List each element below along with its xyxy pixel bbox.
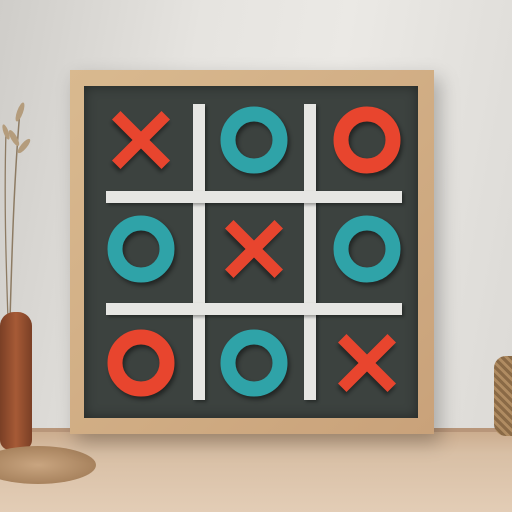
grid-line-horizontal-1 bbox=[106, 191, 402, 203]
dried-grass-stems bbox=[2, 102, 31, 320]
x-mark-icon bbox=[225, 220, 283, 278]
cell-r1-c3 bbox=[329, 102, 405, 178]
x-mark-icon bbox=[338, 334, 396, 392]
cell-r2-c1 bbox=[103, 211, 179, 287]
o-mark-icon bbox=[107, 329, 175, 397]
woven-basket bbox=[494, 356, 512, 436]
terracotta-vase bbox=[0, 312, 32, 450]
cell-r1-c2 bbox=[216, 102, 292, 178]
o-mark-icon bbox=[220, 329, 288, 397]
o-mark-icon bbox=[333, 106, 401, 174]
cell-r3-c2 bbox=[216, 325, 292, 401]
x-mark-icon bbox=[112, 111, 170, 169]
o-mark-icon bbox=[333, 215, 401, 283]
cell-r2-c2 bbox=[216, 211, 292, 287]
grid-line-horizontal-2 bbox=[106, 303, 402, 315]
cell-r2-c3 bbox=[329, 211, 405, 287]
o-mark-icon bbox=[107, 215, 175, 283]
grid-line-vertical-2 bbox=[304, 104, 316, 400]
o-mark-icon bbox=[220, 106, 288, 174]
cell-r3-c1 bbox=[103, 325, 179, 401]
grid-line-vertical-1 bbox=[193, 104, 205, 400]
cell-r3-c3 bbox=[329, 325, 405, 401]
cell-r1-c1 bbox=[103, 102, 179, 178]
